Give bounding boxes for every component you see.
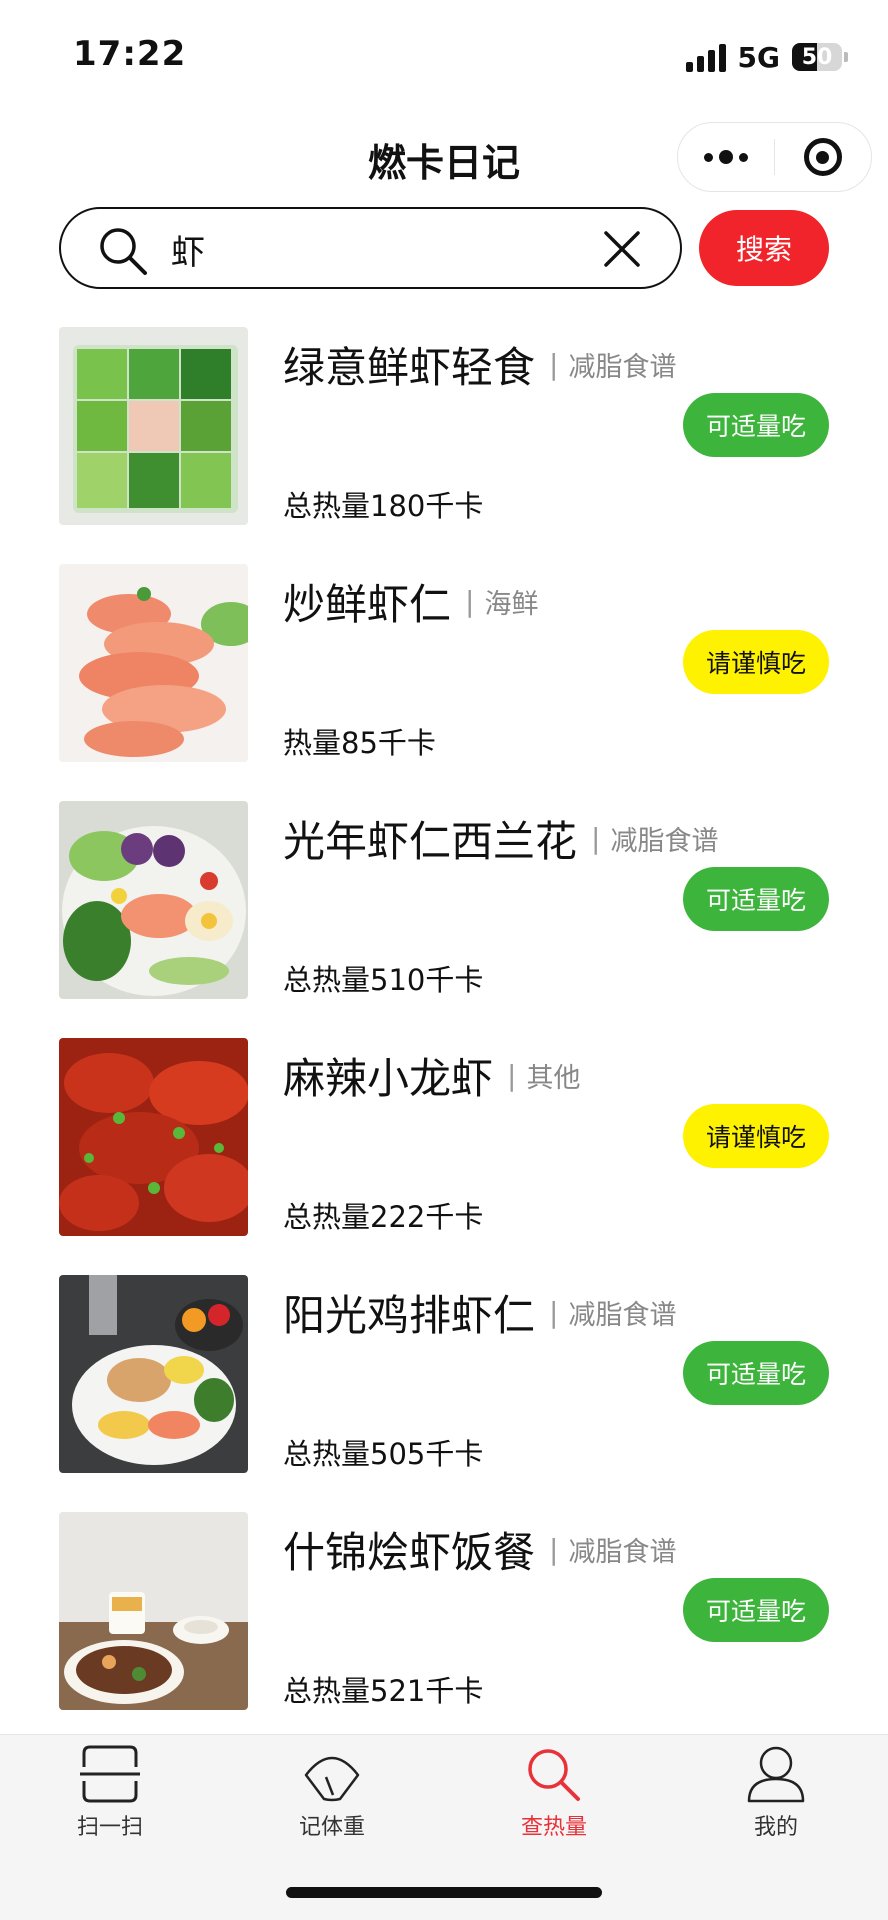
search-input[interactable] [171,223,631,275]
food-name: 炒鲜虾仁 [283,580,452,629]
home-indicator [286,1887,602,1898]
food-image [59,1512,248,1710]
close-miniprogram-icon[interactable] [775,123,871,191]
separator: | [549,1296,559,1329]
tab-scan[interactable]: 扫一扫 [20,1735,200,1855]
food-category: 减脂食谱 [568,1537,677,1568]
food-title-row: 什锦烩虾饭餐 | 减脂食谱 [283,1519,676,1580]
separator: | [465,585,475,618]
separator: | [507,1059,517,1092]
food-image [59,564,248,762]
food-calories: 热量85千卡 [283,726,436,760]
food-category: 减脂食谱 [610,826,719,857]
food-calories: 总热量180千卡 [283,489,484,523]
tab-weight[interactable]: 记体重 [242,1735,422,1855]
tab-label: 记体重 [298,1815,365,1840]
food-title-row: 绿意鲜虾轻食 | 减脂食谱 [283,334,676,395]
user-icon [747,1746,805,1803]
food-title-row: 阳光鸡排虾仁 | 减脂食谱 [283,1282,676,1343]
advice-badge: 可适量吃 [683,1341,829,1405]
tab-calories[interactable]: 查热量 [464,1735,644,1855]
advice-badge: 可适量吃 [683,1578,829,1642]
food-category: 海鲜 [484,589,539,620]
status-bar: 17:22 5G 50 [0,0,888,110]
advice-badge: 请谨慎吃 [683,1104,829,1168]
battery-icon: 50 [792,42,848,72]
food-image [59,1275,248,1473]
scale-icon [304,1756,360,1802]
list-item[interactable]: 什锦烩虾饭餐 | 减脂食谱 可适量吃 总热量521千卡 [0,1511,888,1748]
tab-label: 扫一扫 [76,1815,143,1840]
food-calories: 总热量505千卡 [283,1437,484,1471]
tab-label: 我的 [753,1815,798,1840]
list-item[interactable]: 阳光鸡排虾仁 | 减脂食谱 可适量吃 总热量505千卡 [0,1274,888,1511]
list-item[interactable]: 绿意鲜虾轻食 | 减脂食谱 可适量吃 总热量180千卡 [0,326,888,563]
more-icon[interactable] [678,123,774,191]
close-icon[interactable] [602,229,642,269]
scan-icon [80,1745,140,1803]
food-title-row: 光年虾仁西兰花 | 减脂食谱 [283,808,718,869]
search-icon [528,1749,580,1801]
food-category: 其他 [526,1063,581,1094]
food-image [59,801,248,999]
food-calories: 总热量510千卡 [283,963,484,997]
search-button[interactable]: 搜索 [699,210,829,286]
food-title-row: 炒鲜虾仁 | 海鲜 [283,571,538,632]
miniprogram-capsule [677,122,872,192]
food-name: 光年虾仁西兰花 [283,817,578,866]
tab-mine[interactable]: 我的 [686,1735,866,1855]
status-time: 17:22 [73,34,187,74]
status-indicators: 5G 50 [685,40,848,74]
battery-level: 50 [801,44,833,70]
search-icon [100,228,147,275]
list-item[interactable]: 炒鲜虾仁 | 海鲜 请谨慎吃 热量85千卡 [0,563,888,800]
food-category: 减脂食谱 [568,1300,677,1331]
list-item[interactable]: 麻辣小龙虾 | 其他 请谨慎吃 总热量222千卡 [0,1037,888,1274]
signal-icon [685,42,726,72]
advice-badge: 请谨慎吃 [683,630,829,694]
food-category: 减脂食谱 [568,352,677,383]
food-image [59,1038,248,1236]
list-item[interactable]: 光年虾仁西兰花 | 减脂食谱 可适量吃 总热量510千卡 [0,800,888,1037]
advice-badge: 可适量吃 [683,867,829,931]
network-label: 5G [737,40,780,74]
food-name: 绿意鲜虾轻食 [283,343,536,392]
tab-label: 查热量 [520,1815,587,1840]
separator: | [549,1533,559,1566]
food-name: 麻辣小龙虾 [283,1054,494,1103]
search-box [59,207,682,289]
separator: | [549,348,559,381]
separator: | [591,822,601,855]
food-image [59,327,248,525]
food-list: 绿意鲜虾轻食 | 减脂食谱 可适量吃 总热量180千卡 炒鲜虾仁 | 海鲜 请谨… [0,326,888,1748]
food-title-row: 麻辣小龙虾 | 其他 [283,1045,580,1106]
food-calories: 总热量521千卡 [283,1674,484,1708]
food-calories: 总热量222千卡 [283,1200,484,1234]
advice-badge: 可适量吃 [683,393,829,457]
food-name: 什锦烩虾饭餐 [283,1528,536,1577]
food-name: 阳光鸡排虾仁 [283,1291,536,1340]
